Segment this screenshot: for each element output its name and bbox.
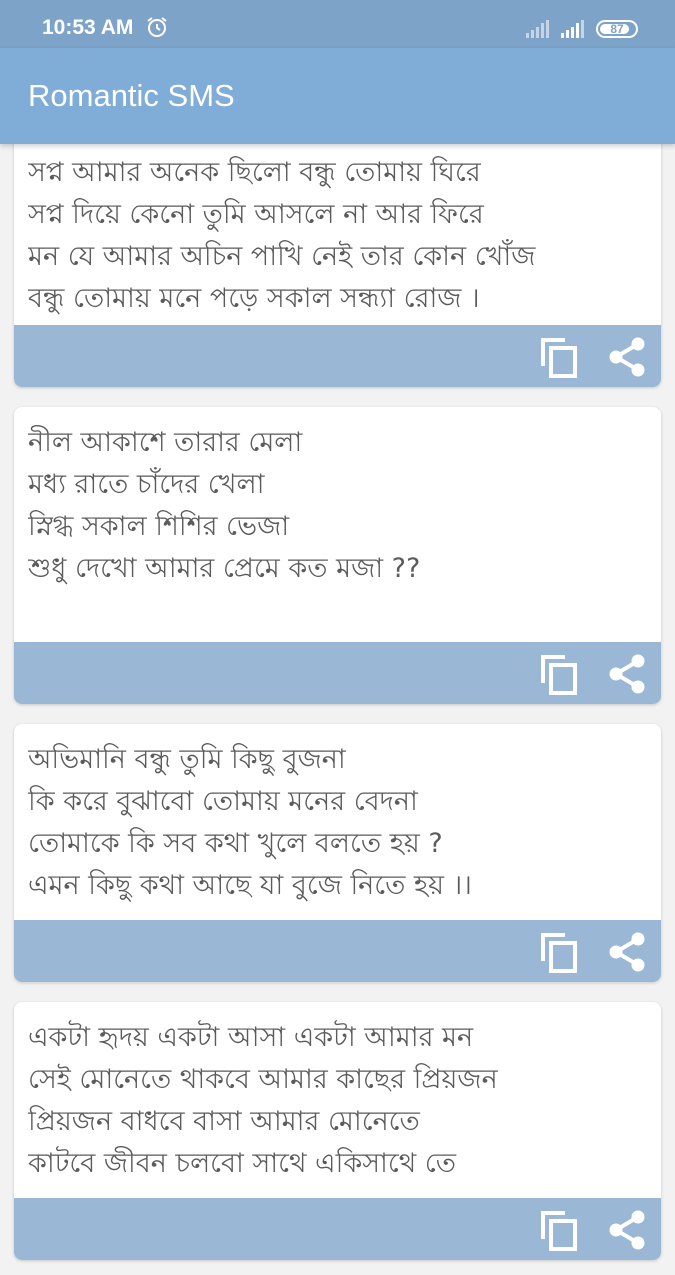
share-icon[interactable] — [607, 653, 647, 695]
app-title: Romantic SMS — [28, 78, 235, 113]
sms-line: স্নিগ্ধ সকাল শিশির ভেজা — [28, 511, 290, 542]
copy-icon[interactable] — [539, 1209, 581, 1253]
sms-line: সপ্ন আমার অনেক ছিলো বন্ধু তোমায় ঘিরে — [28, 157, 481, 188]
sms-line: শুধু দেখো আমার প্রেমে কত মজা ?? — [28, 553, 421, 584]
sms-line: কি করে বুঝাবো তোমায় মনের বেদনা — [28, 786, 418, 817]
sms-line: বন্ধু তোমায় মনে পড়ে সকাল সন্ধ্যা রোজ । — [28, 283, 480, 314]
sms-list[interactable]: সপ্ন আমার অনেক ছিলো বন্ধু তোমায় ঘিরে সপ… — [0, 0, 675, 1275]
share-icon[interactable] — [607, 931, 647, 973]
sms-line: প্রিয়জন বাধবে বাসা আমার মোনেতে — [28, 1106, 420, 1137]
battery-icon: 87 — [596, 20, 638, 38]
sms-line: অভিমানি বন্ধু তুমি কিছু বুজনা — [28, 744, 346, 775]
signal-icon — [526, 20, 549, 38]
share-icon[interactable] — [607, 1209, 647, 1251]
battery-level: 87 — [610, 22, 624, 36]
sms-text: একটা হৃদয় একটা আসা একটা আমার মন সেই মোন… — [28, 1017, 647, 1185]
app-bar: Romantic SMS — [0, 48, 675, 144]
sms-line: কাটবে জীবন চলবো সাথে একিসাথে তে — [28, 1148, 457, 1179]
copy-icon[interactable] — [539, 336, 581, 380]
signal-icon — [561, 20, 584, 38]
sms-card: একটা হৃদয় একটা আসা একটা আমার মন সেই মোন… — [14, 1002, 661, 1260]
sms-text: নীল আকাশে তারার মেলা মধ্য রাতে চাঁদের খে… — [28, 422, 647, 590]
sms-text: অভিমানি বন্ধু তুমি কিছু বুজনা কি করে বুঝ… — [28, 739, 647, 907]
card-action-bar — [14, 1198, 661, 1260]
card-action-bar — [14, 920, 661, 982]
share-icon[interactable] — [607, 336, 647, 378]
sms-line: সেই মোনেতে থাকবে আমার কাছের প্রিয়জন — [28, 1064, 498, 1095]
status-bar: 10:53 AM 87 — [0, 0, 675, 48]
sms-line: মধ্য রাতে চাঁদের খেলা — [28, 469, 265, 500]
sms-card: নীল আকাশে তারার মেলা মধ্য রাতে চাঁদের খে… — [14, 407, 661, 704]
copy-icon[interactable] — [539, 653, 581, 697]
card-action-bar — [14, 642, 661, 704]
copy-icon[interactable] — [539, 931, 581, 975]
sms-line: এমন কিছু কথা আছে যা বুজে নিতে হয় ।। — [28, 870, 472, 901]
sms-line: সপ্ন দিয়ে কেনো তুমি আসলে না আর ফিরে — [28, 199, 484, 230]
sms-card: অভিমানি বন্ধু তুমি কিছু বুজনা কি করে বুঝ… — [14, 724, 661, 982]
sms-text: সপ্ন আমার অনেক ছিলো বন্ধু তোমায় ঘিরে সপ… — [28, 152, 647, 320]
sms-line: তোমাকে কি সব কথা খুলে বলতে হয় ? — [28, 828, 443, 859]
status-time: 10:53 AM — [42, 16, 134, 39]
alarm-icon — [147, 17, 167, 37]
sms-line: একটা হৃদয় একটা আসা একটা আমার মন — [28, 1022, 474, 1053]
sms-line: মন যে আমার অচিন পাখি নেই তার কোন খোঁজ — [28, 241, 536, 272]
card-action-bar — [14, 325, 661, 387]
sms-line: নীল আকাশে তারার মেলা — [28, 427, 303, 458]
sms-card: সপ্ন আমার অনেক ছিলো বন্ধু তোমায় ঘিরে সপ… — [14, 110, 661, 387]
